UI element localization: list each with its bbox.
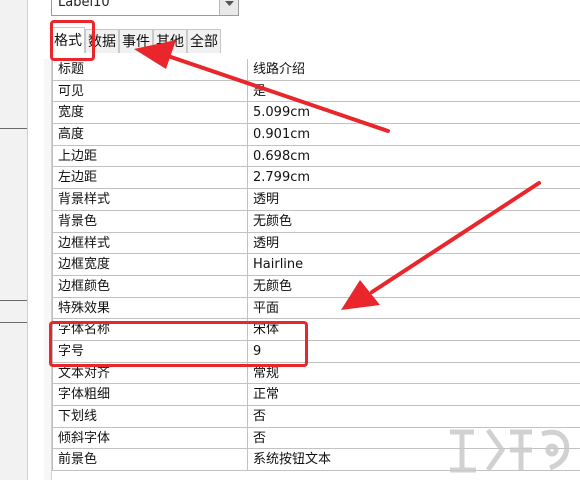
arrow-to-font-rows-icon: [341, 181, 541, 310]
annotation-arrows: [134, 40, 541, 310]
arrow-to-format-tab-icon: [134, 40, 390, 133]
download-site-logo: [450, 428, 570, 473]
